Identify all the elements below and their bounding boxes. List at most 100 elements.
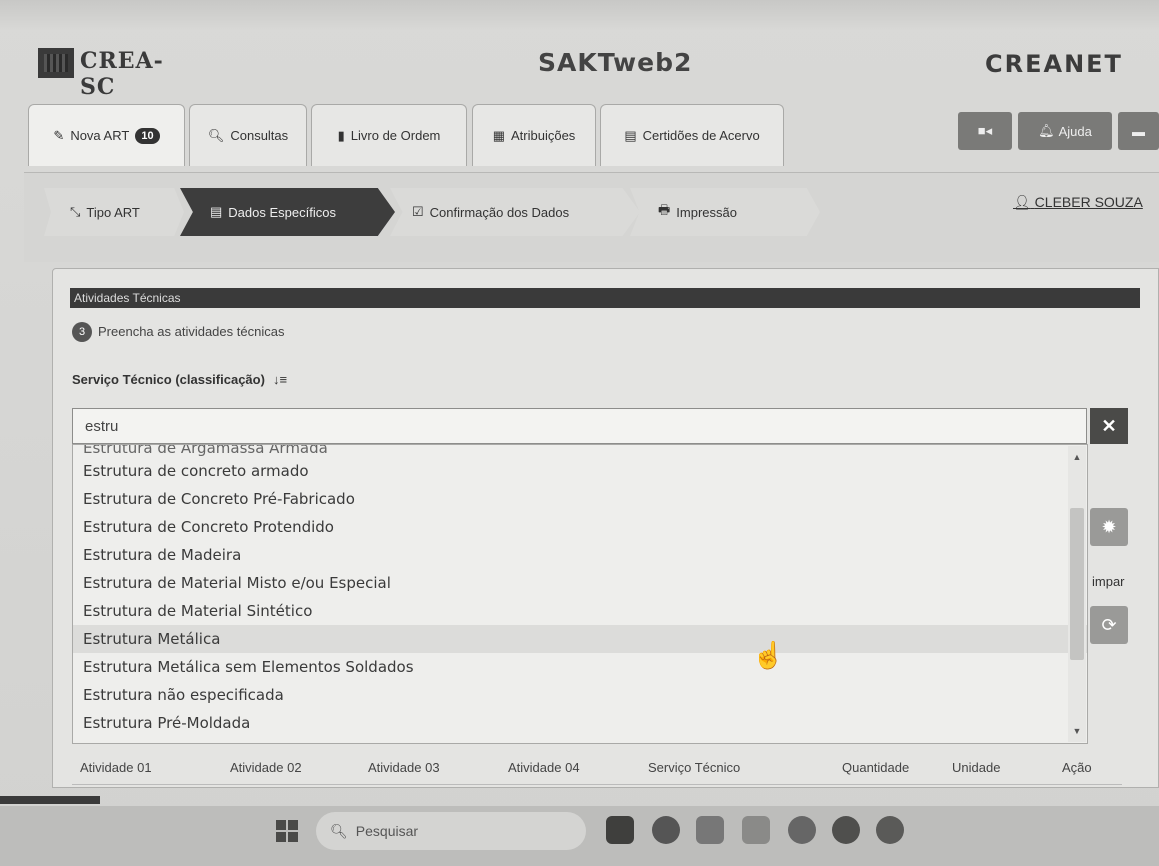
gear-icon: ✹ — [1101, 516, 1117, 537]
clear-button[interactable]: ✕ — [1090, 408, 1128, 444]
taskbar-search[interactable]: 🔍︎ Pesquisar — [316, 812, 586, 850]
print-icon: 🖶 — [658, 202, 671, 217]
windows-start-icon[interactable] — [276, 820, 298, 842]
refresh-icon: ⟳ — [1101, 614, 1117, 635]
expand-icon: ⤡ — [70, 204, 81, 219]
creanet-brand: CREANET — [985, 50, 1123, 78]
list-item[interactable]: Estrutura de concreto armado — [73, 457, 1087, 485]
chrome-icon[interactable] — [876, 816, 904, 844]
tab-nova-art[interactable]: ✎ Nova ART 10 — [28, 104, 185, 166]
list-item[interactable]: Estrutura Pré-Moldada — [73, 709, 1087, 737]
video-icon: ■◂ — [977, 123, 993, 138]
check-square-icon: ☑ — [412, 204, 424, 219]
step-confirmacao[interactable]: ☑ Confirmação dos Dados — [412, 188, 569, 236]
tab-atribuicoes[interactable]: ▦ Atribuições — [472, 104, 596, 166]
file-explorer-icon[interactable] — [606, 816, 634, 844]
list-item-hovered[interactable]: Estrutura Metálica — [73, 625, 1087, 653]
service-search-input[interactable] — [72, 408, 1087, 444]
user-link[interactable]: 👤︎ CLEBER SOUZA — [1013, 194, 1143, 211]
folder-icon[interactable] — [696, 816, 724, 844]
start-tile — [288, 832, 298, 842]
grid-icon: ▦ — [492, 127, 505, 143]
col-atividade-03: Atividade 03 — [368, 760, 440, 775]
list-icon: ▤ — [624, 127, 637, 143]
step-impressao[interactable]: 🖶 Impressão — [658, 188, 737, 236]
bell-icon: 🔔︎ — [1038, 123, 1055, 138]
top-bezel — [0, 0, 1159, 30]
scroll-strip — [0, 796, 100, 804]
col-atividade-02: Atividade 02 — [230, 760, 302, 775]
app-title: SAKTweb2 — [538, 48, 693, 77]
chat-icon: ▬ — [1132, 123, 1145, 139]
col-atividade-04: Atividade 04 — [508, 760, 580, 775]
book-icon: ▮ — [337, 127, 345, 143]
step-label: Confirmação dos Dados — [429, 204, 570, 220]
col-unidade: Unidade — [952, 760, 1001, 775]
edge-icon[interactable] — [832, 816, 860, 844]
search-icon: 🔍︎ — [330, 822, 348, 839]
sort-icon[interactable]: ↓≡ — [273, 372, 287, 387]
chat-app-icon[interactable] — [652, 816, 680, 844]
list-item[interactable]: Estrutura não especificada — [73, 681, 1087, 709]
field-label-text: Serviço Técnico (classificação) — [72, 372, 265, 387]
user-icon: 👤︎ — [1013, 194, 1031, 210]
autocomplete-dropdown: Estrutura de Argamassa Armada Estrutura … — [72, 444, 1088, 744]
scroll-down-icon[interactable]: ▼ — [1070, 726, 1084, 740]
start-tile — [288, 820, 298, 830]
refresh-button[interactable]: ⟳ — [1090, 606, 1128, 644]
user-name: CLEBER SOUZA — [1034, 194, 1143, 210]
help-label: Ajuda — [1058, 123, 1092, 139]
step-number-badge: 3 — [72, 322, 92, 342]
search-icon: 🔍︎ — [207, 127, 225, 143]
tab-label: Livro de Ordem — [350, 128, 441, 143]
close-icon: ✕ — [1101, 415, 1117, 436]
hand-cursor-icon: ☝ — [752, 640, 785, 670]
col-acao: Ação — [1062, 760, 1092, 775]
chat-button[interactable]: ▬ — [1118, 112, 1159, 150]
store-icon[interactable] — [742, 816, 770, 844]
count-badge: 10 — [135, 127, 160, 144]
step-label: Dados Específicos — [228, 204, 336, 220]
settings-button[interactable]: ✹ — [1090, 508, 1128, 546]
tab-consultas[interactable]: 🔍︎ Consultas — [189, 104, 307, 166]
logo-mark-icon — [38, 48, 74, 78]
step-tipo-art[interactable]: ⤡ Tipo ART — [70, 188, 140, 236]
col-servico-tecnico: Serviço Técnico — [648, 760, 741, 775]
col-quantidade: Quantidade — [842, 760, 910, 775]
pencil-icon: ✎ — [53, 127, 65, 143]
step-hint: Preencha as atividades técnicas — [98, 324, 285, 339]
help-button[interactable]: 🔔︎ Ajuda — [1018, 112, 1112, 150]
tab-label: Atribuições — [510, 128, 576, 143]
step-dados-especificos[interactable]: ▤ Dados Específicos — [210, 188, 336, 236]
list-item[interactable]: Estrutura de Concreto Pré-Fabricado — [73, 485, 1087, 513]
start-tile — [276, 832, 286, 842]
tab-label: Nova ART — [70, 128, 130, 143]
section-title: Atividades Técnicas — [70, 288, 1140, 308]
scroll-up-icon[interactable]: ▲ — [1070, 452, 1084, 466]
list-item[interactable]: Estrutura Metálica sem Elementos Soldado… — [73, 653, 1087, 681]
video-button[interactable]: ■◂ — [958, 112, 1012, 150]
step-label: Tipo ART — [86, 204, 140, 220]
scrollbar-thumb[interactable] — [1070, 508, 1084, 660]
list-item[interactable]: Estrutura de Madeira — [73, 541, 1087, 569]
list-item[interactable]: Estrutura de Concreto Protendido — [73, 513, 1087, 541]
col-atividade-01: Atividade 01 — [80, 760, 152, 775]
limpar-label: impar — [1092, 574, 1125, 589]
step-label: Impressão — [676, 204, 737, 220]
tab-certidoes-de-acervo[interactable]: ▤ Certidões de Acervo — [600, 104, 784, 166]
service-field-label: Serviço Técnico (classificação) ↓≡ — [72, 372, 287, 387]
tab-label: Certidões de Acervo — [642, 128, 760, 143]
crea-logo[interactable]: CREA-SC — [38, 48, 193, 100]
list-item[interactable]: Estrutura de Material Sintético — [73, 597, 1087, 625]
list-item[interactable]: Estrutura de Argamassa Armada — [73, 445, 1087, 457]
table-divider — [72, 784, 1122, 785]
start-tile — [276, 820, 286, 830]
tab-livro-de-ordem[interactable]: ▮ Livro de Ordem — [311, 104, 467, 166]
browser-icon[interactable] — [788, 816, 816, 844]
activities-table-header: Atividade 01 Atividade 02 Atividade 03 A… — [72, 752, 1122, 782]
taskbar-search-placeholder: Pesquisar — [355, 823, 419, 839]
screen: CREA-SC SAKTweb2 CREANET ✎ Nova ART 10 🔍… — [0, 0, 1159, 866]
list-icon: ▤ — [210, 204, 223, 219]
list-item[interactable]: Estrutura de Material Misto e/ou Especia… — [73, 569, 1087, 597]
app-header: CREA-SC SAKTweb2 CREANET — [0, 30, 1159, 100]
